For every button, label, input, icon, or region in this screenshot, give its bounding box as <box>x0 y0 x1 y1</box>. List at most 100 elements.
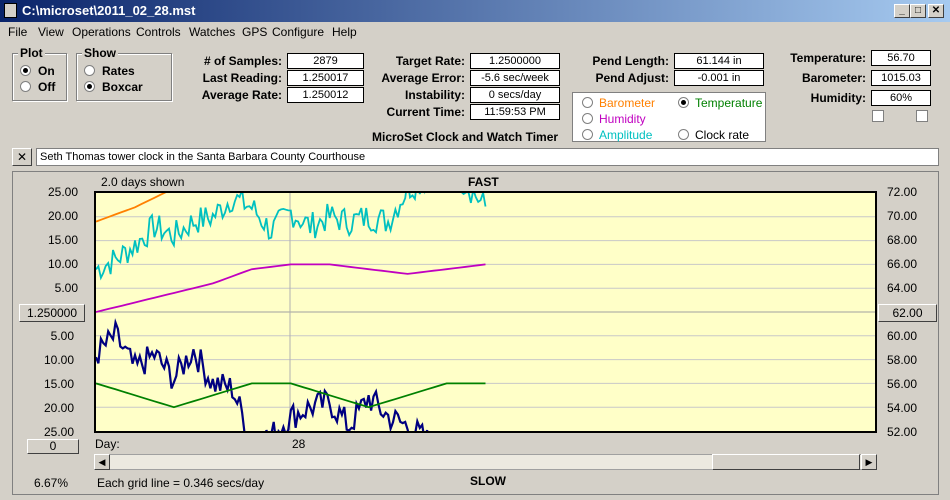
last-reading-field: 1.250017 <box>287 70 364 86</box>
center-temp-button[interactable]: 62.00 <box>878 304 937 322</box>
scroll-left-button[interactable]: ◀ <box>94 454 110 470</box>
humidity-label: Humidity <box>599 112 646 126</box>
plot-group-label: Plot <box>18 46 45 60</box>
plot-on-label: On <box>38 64 55 78</box>
temperature-radio[interactable] <box>678 97 689 108</box>
left-tick: 20.00 <box>43 401 74 415</box>
minimize-button[interactable]: _ <box>894 4 910 18</box>
left-tick: 15.00 <box>43 377 74 391</box>
average-error-field: -5.6 sec/week <box>470 70 560 86</box>
menu-operations[interactable]: Operations <box>72 25 131 39</box>
right-tick: 66.00 <box>887 257 918 271</box>
right-tick: 64.00 <box>887 281 918 295</box>
samples-field: 2879 <box>287 53 364 69</box>
target-rate-field[interactable]: 1.2500000 <box>470 53 560 69</box>
left-tick: 25.00 <box>47 185 78 199</box>
menu-gps[interactable]: GPS <box>242 25 267 39</box>
current-time-label: Current Time: <box>386 105 465 119</box>
average-rate-field: 1.250012 <box>287 87 364 103</box>
center-rate-button[interactable]: 1.250000 <box>19 304 85 322</box>
day-label: Day: <box>95 437 120 451</box>
temperature-reading-field: 56.70 <box>871 50 931 66</box>
menu-watches[interactable]: Watches <box>189 25 235 39</box>
chart-plot-area[interactable] <box>94 191 877 433</box>
show-rates-radio[interactable] <box>84 65 95 76</box>
barometer-reading-label: Barometer: <box>801 71 866 85</box>
temperature-label: Temperature <box>695 96 763 110</box>
title-bar: C:\microset\2011_02_28.mst _ □ ✕ <box>0 0 950 22</box>
env-checkbox-1[interactable] <box>872 110 884 122</box>
instability-label: Instability: <box>404 88 465 102</box>
last-reading-label: Last Reading: <box>202 71 282 85</box>
pend-adjust-field: -0.001 in <box>674 70 764 86</box>
app-icon[interactable] <box>4 3 17 18</box>
pend-length-label: Pend Length: <box>592 54 669 68</box>
barometer-reading-field: 1015.03 <box>871 70 931 86</box>
clear-description-button[interactable]: ✕ <box>12 148 32 166</box>
plot-off-radio[interactable] <box>20 81 31 92</box>
left-tick: 5.00 <box>54 281 78 295</box>
pend-adjust-label: Pend Adjust: <box>595 71 669 85</box>
right-tick: 72.00 <box>887 185 918 199</box>
humidity-reading-label: Humidity: <box>810 91 866 105</box>
right-tick: 52.00 <box>887 425 918 439</box>
scroll-thumb[interactable] <box>712 454 860 470</box>
menu-bar: File View Operations Controls Watches GP… <box>0 22 950 42</box>
show-group-label: Show <box>82 46 118 60</box>
amplitude-label: Amplitude <box>599 128 653 142</box>
plot-off-label: Off <box>38 80 56 94</box>
temperature-reading-label: Temperature: <box>790 51 866 65</box>
day-tick-label: 28 <box>292 437 306 451</box>
menu-file[interactable]: File <box>8 25 27 39</box>
target-rate-label: Target Rate: <box>395 54 465 68</box>
right-tick: 56.00 <box>887 377 918 391</box>
clock-rate-radio[interactable] <box>678 129 689 140</box>
left-tick: 10.00 <box>47 257 78 271</box>
instability-field: 0 secs/day <box>470 87 560 103</box>
right-tick: 68.00 <box>887 233 918 247</box>
humidity-reading-field: 60% <box>871 90 931 106</box>
amplitude-radio[interactable] <box>582 129 593 140</box>
series-clock-rate <box>96 318 429 431</box>
window-title: C:\microset\2011_02_28.mst <box>22 3 196 18</box>
left-tick: 5.00 <box>50 329 74 343</box>
chart-svg <box>96 193 875 431</box>
show-boxcar-label: Boxcar <box>102 80 143 94</box>
days-shown-label: 2.0 days shown <box>101 175 185 189</box>
menu-view[interactable]: View <box>38 25 64 39</box>
menu-controls[interactable]: Controls <box>136 25 181 39</box>
maximize-button[interactable]: □ <box>910 4 926 18</box>
barometer-label: Barometer <box>599 96 656 110</box>
left-tick: 20.00 <box>47 209 78 223</box>
menu-configure[interactable]: Configure <box>272 25 324 39</box>
plot-on-radio[interactable] <box>20 65 31 76</box>
series-temperature <box>96 382 486 409</box>
series-barometer <box>96 193 167 223</box>
percent-label: 6.67% <box>34 476 69 490</box>
clock-rate-label: Clock rate <box>695 128 750 142</box>
grid-note: Each grid line = 0.346 secs/day <box>97 476 265 490</box>
zero-button[interactable]: 0 <box>27 439 79 454</box>
right-tick: 54.00 <box>887 401 918 415</box>
show-rates-label: Rates <box>102 64 135 78</box>
fast-label: FAST <box>468 175 499 189</box>
right-tick: 70.00 <box>887 209 918 223</box>
env-checkbox-2[interactable] <box>916 110 928 122</box>
average-error-label: Average Error: <box>381 71 465 85</box>
right-tick: 60.00 <box>887 329 918 343</box>
barometer-radio[interactable] <box>582 97 593 108</box>
right-tick: 58.00 <box>887 353 918 367</box>
scroll-right-button[interactable]: ▶ <box>861 454 877 470</box>
show-boxcar-radio[interactable] <box>84 81 95 92</box>
menu-help[interactable]: Help <box>332 25 357 39</box>
left-tick: 10.00 <box>43 353 74 367</box>
app-caption: MicroSet Clock and Watch Timer <box>372 130 559 144</box>
left-tick: 25.00 <box>43 425 74 439</box>
close-window-button[interactable]: ✕ <box>928 4 944 18</box>
current-time-field: 11:59:53 PM <box>470 104 560 120</box>
average-rate-label: Average Rate: <box>201 88 282 102</box>
left-tick: 15.00 <box>47 233 78 247</box>
description-field[interactable]: Seth Thomas tower clock in the Santa Bar… <box>36 148 939 166</box>
pend-length-field: 61.144 in <box>674 53 764 69</box>
humidity-radio[interactable] <box>582 113 593 124</box>
